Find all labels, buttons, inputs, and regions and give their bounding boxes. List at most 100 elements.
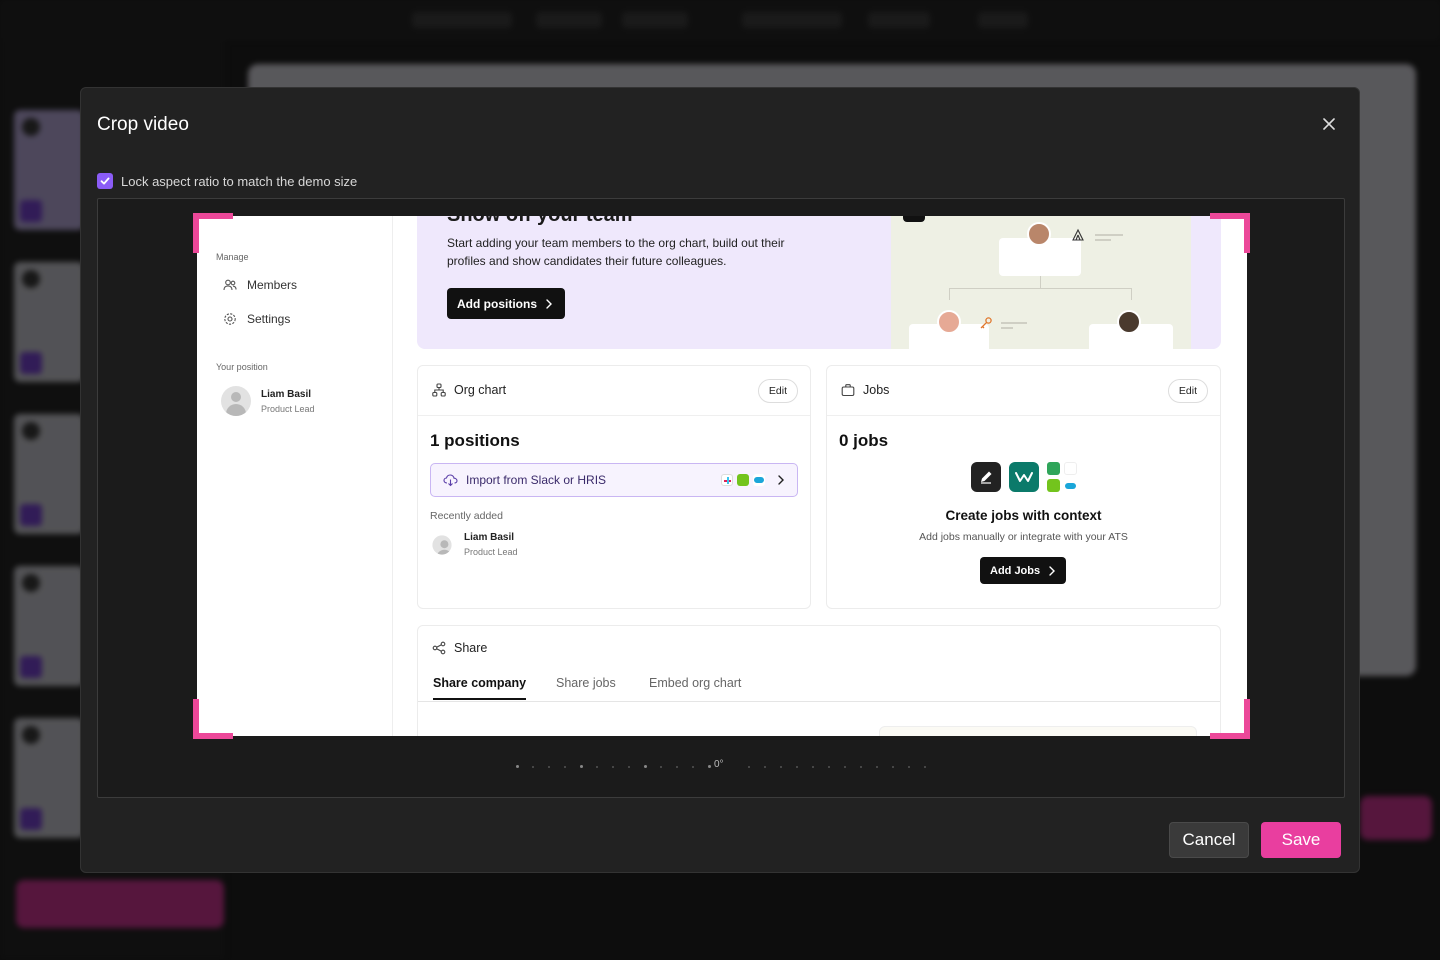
ruler-tick (748, 766, 750, 768)
ruler-tick (844, 766, 846, 768)
org-chart-title: Org chart (432, 383, 506, 397)
org-chart-edit-button[interactable]: Edit (757, 379, 798, 403)
person-name: Liam Basil (464, 532, 515, 543)
integration-logos (721, 474, 785, 486)
avatar (432, 534, 452, 555)
users-icon (223, 278, 237, 292)
add-jobs-button[interactable]: Add Jobs (980, 557, 1067, 584)
ruler-tick (796, 766, 798, 768)
lock-aspect-checkbox[interactable] (97, 173, 113, 189)
org-chart-card: Org chart Edit 1 positions Import from S… (417, 365, 811, 609)
hero-banner: Show off your team Start adding your tea… (417, 216, 1221, 349)
ruler-tick (532, 766, 534, 768)
slack-icon (721, 474, 733, 486)
positions-count: 1 positions (430, 431, 520, 450)
tent-icon (1072, 228, 1084, 241)
key-icon (980, 317, 992, 329)
sidebar-item-label: Settings (247, 312, 291, 326)
person-role: Product Lead (464, 547, 518, 557)
add-positions-label: Add positions (457, 296, 537, 311)
recently-added-label: Recently added (430, 510, 503, 522)
share-preview (879, 726, 1197, 736)
lock-aspect-label: Lock aspect ratio to match the demo size (121, 173, 358, 189)
close-button[interactable] (1319, 114, 1339, 134)
org-chart-header: Org chart Edit (418, 366, 810, 416)
tab-embed-org-chart[interactable]: Embed org chart (649, 676, 741, 698)
greenhouse-icon (1047, 462, 1060, 475)
share-icon (432, 641, 446, 655)
ruler-tick (860, 766, 862, 768)
modal-title: Crop video (97, 114, 189, 135)
demo-sidebar: Manage Members Settings Your position Li… (197, 216, 393, 736)
jobs-count: 0 jobs (839, 431, 889, 450)
your-position-heading: Your position (216, 362, 268, 372)
checkmark-icon (100, 177, 110, 185)
crop-handle-bottom-right[interactable] (1210, 699, 1250, 739)
share-tabs: Share company Share jobs Embed org chart (418, 672, 1220, 702)
tab-share-company[interactable]: Share company (433, 676, 527, 700)
ruler-tick (580, 765, 583, 768)
ruler-tick (708, 765, 711, 768)
crop-stage: Manage Members Settings Your position Li… (97, 198, 1345, 798)
chevron-right-icon (778, 475, 784, 485)
teamtailor-icon (1064, 462, 1077, 475)
person-role: Product Lead (261, 403, 315, 414)
sidebar-item-settings: Settings (223, 312, 290, 326)
jobs-edit-button[interactable]: Edit (1167, 379, 1208, 403)
workable-icon (1009, 462, 1039, 492)
ruler-tick (676, 766, 678, 768)
add-positions-button[interactable]: Add positions (447, 288, 565, 319)
crop-handle-bottom-left[interactable] (193, 699, 233, 739)
ruler-tick (660, 766, 662, 768)
lock-aspect-row[interactable]: Lock aspect ratio to match the demo size (97, 173, 357, 189)
ruler-tick (596, 766, 598, 768)
ruler-tick (780, 766, 782, 768)
recent-person: Liam Basil Product Lead (430, 532, 518, 557)
share-title-text: Share (454, 641, 488, 655)
ruler-tick (564, 766, 566, 768)
import-from-slack-button[interactable]: Import from Slack or HRIS (430, 463, 798, 497)
ruler-tick (828, 766, 830, 768)
sidebar-item-members: Members (223, 278, 297, 292)
pen-app-icon (971, 462, 1001, 492)
ruler-tick (908, 766, 910, 768)
jobs-header: Jobs Edit (827, 366, 1220, 416)
ruler-tick (876, 766, 878, 768)
share-card: Share Share company Share jobs Embed org… (417, 625, 1221, 736)
tab-share-jobs[interactable]: Share jobs (556, 676, 616, 698)
gear-icon (223, 312, 237, 326)
cloud-hris-icon (753, 474, 765, 486)
ruler-tick (516, 765, 519, 768)
add-jobs-label: Add Jobs (990, 564, 1041, 577)
ruler-tick (612, 766, 614, 768)
crop-handle-top-left[interactable] (193, 213, 233, 253)
crop-video-modal: Crop video Lock aspect ratio to match th… (80, 87, 1360, 873)
jobs-title: Jobs (841, 383, 889, 397)
org-chart-icon (432, 383, 446, 397)
bamboohr-icon (737, 474, 749, 486)
ruler-tick (924, 766, 926, 768)
share-title: Share (432, 641, 487, 655)
jobs-card: Jobs Edit 0 jobs Create jobs with contex… (826, 365, 1221, 609)
manage-heading: Manage (216, 252, 249, 262)
save-button[interactable]: Save (1261, 822, 1341, 858)
ats-logos (971, 462, 1077, 492)
ruler-tick (548, 766, 550, 768)
import-label: Import from Slack or HRIS (466, 473, 607, 487)
ruler-tick (892, 766, 894, 768)
sidebar-person: Liam Basil Product Lead (221, 386, 315, 416)
close-icon (1323, 118, 1335, 130)
jobs-headline: Create jobs with context (945, 508, 1102, 523)
rotation-slider[interactable]: 0° (516, 757, 926, 777)
crop-handle-top-right[interactable] (1210, 213, 1250, 253)
cancel-button[interactable]: Cancel (1169, 822, 1249, 858)
chevron-right-icon (1049, 565, 1056, 576)
ruler-tick (644, 765, 647, 768)
avatar (221, 386, 251, 416)
crop-area[interactable]: Manage Members Settings Your position Li… (197, 216, 1247, 736)
chevron-right-icon (546, 298, 552, 309)
ruler-tick (628, 766, 630, 768)
hero-text: Start adding your team members to the or… (447, 236, 785, 268)
ats-logo-grid (1047, 462, 1077, 492)
org-chart-illustration (891, 216, 1191, 349)
